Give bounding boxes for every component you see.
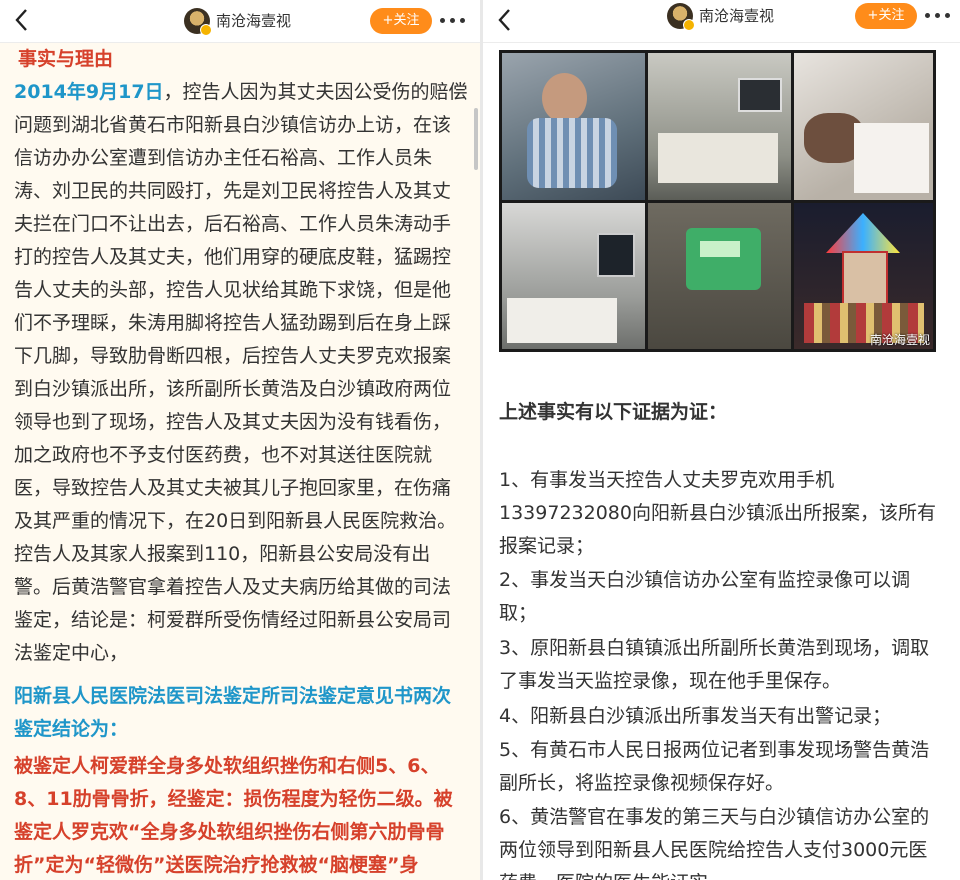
paragraph-line: 及其严重的情况下，在20日到阳新县人民医院救治。 bbox=[14, 510, 457, 532]
more-dots-icon[interactable] bbox=[925, 5, 955, 25]
paragraph-line: 加之政府也不予支付医药费，也不对其送往医院就 bbox=[14, 444, 433, 466]
paragraph-line: 到白沙镇派出所，该所副所长黄浩及白沙镇政府两位 bbox=[14, 378, 452, 400]
line-text: ，控告人因为其丈夫因公受伤的赔偿 bbox=[163, 81, 468, 103]
evidence-line: 6、黄浩警官在事发的第三天与白沙镇信访办公室的 bbox=[499, 806, 930, 828]
evidence-line: 2、事发当天白沙镇信访办公室有监控录像可以调 bbox=[499, 569, 911, 591]
paragraph-line: 警。后黄浩警官拿着控告人及丈夫病历给其做的司法 bbox=[14, 576, 452, 598]
right-screenshot: 南沧海壹视 +关注 南沧海壹视 上述事实有以下证据为证： 1、有事发当天控告人丈… bbox=[483, 0, 960, 880]
verdict-line: 被鉴定人柯爱群全身多处软组织挫伤和右侧5、6、 bbox=[14, 755, 440, 777]
paragraph-line: 们不予理睬，朱涛用脚将控告人猛劲踢到后在身上踩 bbox=[14, 312, 452, 334]
paragraph-line: 医，导致控告人及其丈夫被其儿子抱回家里，在伤痛 bbox=[14, 477, 452, 499]
paragraph-line: 鉴定，结论是：柯爱群所受伤情经过阳新县公安局司 bbox=[14, 609, 452, 631]
evidence-line: 两位领导到阳新县人民医院给控告人支付3000元医 bbox=[499, 839, 928, 861]
evidence-line: 了事发当天监控录像，现在他手里保存。 bbox=[499, 670, 842, 692]
paragraph-line: 控告人及其家人报案到110，阳新县公安局没有出 bbox=[14, 543, 431, 565]
evidence-line: 1、有事发当天控告人丈夫罗克欢用手机 bbox=[499, 469, 835, 491]
evidence-line: 副所长，将监控录像视频保存好。 bbox=[499, 772, 785, 794]
highlight-line: 鉴定结论为： bbox=[14, 718, 129, 740]
section-heading: 事实与理由 bbox=[18, 48, 114, 70]
photo-collage[interactable]: 南沧海壹视 bbox=[499, 50, 936, 352]
evidence-line: 报案记录； bbox=[499, 535, 595, 557]
paragraph-line: 打的控告人及其丈夫，他们用穿的硬底皮鞋，猛踢控 bbox=[14, 246, 452, 268]
paragraph-line: 信访办办公室遭到信访办主任石裕高、工作人员朱 bbox=[14, 147, 433, 169]
photo-memorial-shrine[interactable] bbox=[794, 203, 933, 349]
paragraph-line: 问题到湖北省黄石市阳新县白沙镇信访办上访，在该 bbox=[14, 114, 452, 136]
chevron-left-icon[interactable] bbox=[8, 5, 38, 35]
account-name[interactable]: 南沧海壹视 bbox=[699, 5, 774, 26]
evidence-line: 3、原阳新县白镇镇派出所副所长黄浩到现场，调取 bbox=[499, 637, 930, 659]
photo-patient-ecg[interactable] bbox=[502, 53, 645, 200]
paragraph-line: 下几脚，导致肋骨断四根，后控告人丈夫罗克欢报案 bbox=[14, 345, 452, 367]
top-bar: 南沧海壹视 +关注 bbox=[0, 0, 480, 43]
evidence-line: 药费，医院的医生能证实 bbox=[499, 867, 708, 880]
paragraph-line: 领导也到了现场，控告人及其丈夫因为没有钱看伤， bbox=[14, 411, 452, 433]
paragraph-line: 告人丈夫的头部，控告人见状给其跪下求饶，但是他 bbox=[14, 279, 452, 301]
paragraph-line: 夫拦在门口不让出去，后石裕高、工作人员朱涛动手 bbox=[14, 213, 452, 235]
photo-patient-bed[interactable] bbox=[794, 53, 933, 200]
highlight-line: 阳新县人民医院法医司法鉴定所司法鉴定意见书两次 bbox=[14, 685, 452, 707]
verified-badge-icon bbox=[200, 24, 212, 36]
follow-button[interactable]: +关注 bbox=[370, 8, 432, 34]
evidence-heading: 上述事实有以下证据为证： bbox=[499, 401, 728, 423]
photo-patient-monitor[interactable] bbox=[502, 203, 645, 349]
account-name[interactable]: 南沧海壹视 bbox=[216, 10, 291, 31]
photo-hospital-room[interactable] bbox=[648, 53, 791, 200]
verified-badge-icon bbox=[683, 19, 695, 31]
avatar[interactable] bbox=[667, 3, 695, 31]
verdict-line: 折”定为“轻微伤”送医院治疗抢救被“脑梗塞”身 bbox=[14, 854, 419, 876]
paragraph-line: 法鉴定中心， bbox=[14, 642, 129, 664]
date-text: 2014年9月17日 bbox=[14, 81, 164, 103]
scrollbar[interactable] bbox=[474, 108, 478, 170]
avatar[interactable] bbox=[184, 8, 212, 36]
verdict-line: 鉴定人罗克欢“全身多处软组织挫伤右侧第六肋骨骨 bbox=[14, 821, 445, 843]
paragraph-line: 2014年9月17日，控告人因为其丈夫因公受伤的赔偿 bbox=[14, 76, 468, 109]
evidence-line: 13397232080向阳新县白沙镇派出所报案，该所有 bbox=[499, 502, 936, 524]
more-dots-icon[interactable] bbox=[440, 10, 470, 30]
evidence-line: 取； bbox=[499, 602, 538, 624]
top-bar: 南沧海壹视 +关注 bbox=[483, 0, 960, 43]
evidence-line: 5、有黄石市人民日报两位记者到事发现场警告黄浩 bbox=[499, 739, 930, 761]
evidence-line: 4、阳新县白沙镇派出所事发当天有出警记录； bbox=[499, 705, 892, 727]
follow-button[interactable]: +关注 bbox=[855, 3, 917, 29]
left-screenshot: 南沧海壹视 +关注 事实与理由 2014年9月17日，控告人因为其丈夫因公受伤的… bbox=[0, 0, 480, 880]
photo-infusion-pump[interactable] bbox=[648, 203, 791, 349]
verdict-line: 8、11肋骨骨折，经鉴定：损伤程度为轻伤二级。被 bbox=[14, 788, 453, 810]
watermark: 南沧海壹视 bbox=[869, 333, 930, 347]
chevron-left-icon[interactable] bbox=[491, 5, 521, 35]
paragraph-line: 涛、刘卫民的共同殴打，先是刘卫民将控告人及其丈 bbox=[14, 180, 452, 202]
